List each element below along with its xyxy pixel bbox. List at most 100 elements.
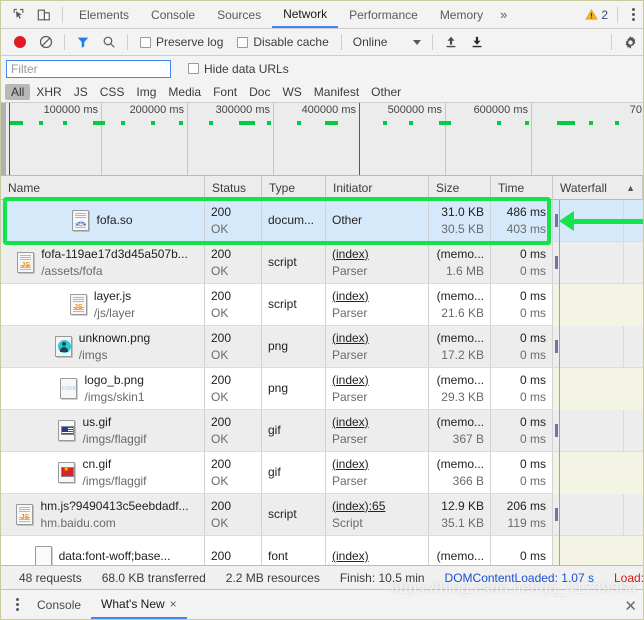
cell-initiator-primary[interactable]: (index) [332, 372, 422, 389]
column-header-label: Initiator [333, 180, 373, 195]
cell-initiator-primary[interactable]: (index) [332, 246, 422, 263]
resource-filter-img[interactable]: Img [130, 84, 162, 100]
cell-name[interactable]: <> fofa.so [1, 200, 205, 241]
resource-filter-xhr[interactable]: XHR [30, 84, 67, 100]
cell-waterfall [553, 452, 643, 493]
blank-file-icon [34, 546, 52, 567]
cell-type: script [262, 494, 326, 535]
tab-elements[interactable]: Elements [68, 1, 140, 28]
cell-status-secondary: OK [211, 347, 229, 362]
cell-initiator-secondary: Parser [332, 389, 368, 404]
tab-memory[interactable]: Memory [429, 1, 494, 28]
table-row[interactable]: us.gif/imgs/flaggif 200 OK gif (index) Parser… [1, 410, 643, 452]
request-filename: data:font-woff;base... [58, 549, 171, 563]
overview-tick-label: 70 [629, 104, 642, 116]
warning-count: 2 [601, 7, 608, 22]
cell-type: docum... [262, 200, 326, 241]
column-header-size[interactable]: Size [429, 175, 491, 200]
column-header-time[interactable]: Time [491, 175, 553, 200]
column-header-status[interactable]: Status [205, 175, 262, 200]
resource-filter-js[interactable]: JS [68, 84, 94, 100]
tab-sources[interactable]: Sources [206, 1, 272, 28]
cell-type-primary: gif [268, 423, 281, 437]
import-har-button[interactable] [438, 30, 464, 54]
settings-button[interactable] [617, 30, 643, 54]
column-header-type[interactable]: Type [262, 175, 326, 200]
hide-data-urls-checkbox[interactable]: Hide data URLs [171, 62, 296, 76]
resource-filter-font[interactable]: Font [207, 84, 243, 100]
request-filename: us.gif [82, 414, 112, 429]
more-tabs-icon[interactable]: » [494, 7, 513, 22]
network-overview[interactable]: 100000 ms 200000 ms 300000 ms 400000 ms 5000… [1, 103, 643, 176]
js-file-icon: JS [16, 504, 34, 525]
cell-name[interactable]: us.gif/imgs/flaggif [1, 410, 205, 451]
cell-size-primary: (memo... [436, 456, 484, 471]
resource-filter-manifest[interactable]: Manifest [308, 84, 365, 100]
resource-filter-media[interactable]: Media [162, 84, 207, 100]
drawer-menu-icon[interactable] [7, 598, 27, 611]
request-filename: hm.js?9490413c5eebdadf... [40, 498, 189, 513]
warning-indicator[interactable]: 2 [585, 8, 612, 22]
cell-initiator-primary[interactable]: (index) [332, 330, 422, 347]
cell-name[interactable]: JS fofa-119ae17d3d45a507b... /assets/fofa [1, 242, 205, 283]
cell-initiator-primary[interactable]: (index) [332, 414, 422, 431]
cell-name[interactable]: JS layer.js/js/layer [1, 284, 205, 325]
column-header-waterfall[interactable]: Waterfall ▲ [553, 175, 643, 200]
resource-filter-doc[interactable]: Doc [243, 84, 276, 100]
tab-network[interactable]: Network [272, 1, 339, 28]
cell-name[interactable]: unknown.png/imgs [1, 326, 205, 367]
drawer-tab-whats-new[interactable]: What's New × [91, 590, 187, 619]
table-row[interactable]: JS fofa-119ae17d3d45a507b... /assets/fofa 2… [1, 242, 643, 284]
filter-button[interactable] [70, 30, 96, 54]
close-icon[interactable]: × [170, 597, 177, 611]
waterfall-bar [555, 340, 558, 353]
throttling-select[interactable]: Online [347, 35, 428, 49]
column-header-name[interactable]: Name [1, 175, 205, 200]
table-row[interactable]: JS layer.js/js/layer 200 OK script (index)Par… [1, 284, 643, 326]
cell-initiator-primary[interactable]: (index):65 [332, 498, 422, 515]
resource-filter-ws[interactable]: WS [276, 84, 307, 100]
clear-icon [39, 35, 53, 49]
tab-console[interactable]: Console [140, 1, 206, 28]
column-header-initiator[interactable]: Initiator [326, 175, 429, 200]
cell-initiator-primary[interactable]: (index) [332, 456, 422, 473]
tab-performance[interactable]: Performance [338, 1, 429, 28]
cell-initiator-secondary: Parser [332, 347, 368, 362]
drawer-close-icon[interactable]: ✕ [624, 597, 637, 615]
cell-initiator-primary[interactable]: (index) [332, 288, 422, 305]
network-filter-row: Filter Hide data URLs [1, 56, 643, 81]
record-button[interactable] [7, 30, 33, 54]
column-header-label: Waterfall [560, 180, 607, 195]
disable-cache-checkbox[interactable]: Disable cache [230, 35, 335, 49]
overview-request-bar [39, 121, 43, 125]
preserve-log-checkbox[interactable]: Preserve log [133, 35, 230, 49]
cell-name[interactable]: FOFA logo_b.png/imgs/skin1 [1, 368, 205, 409]
drawer-tab-console[interactable]: Console [27, 590, 91, 619]
inspect-element-icon[interactable] [5, 3, 31, 27]
cell-name[interactable]: JS hm.js?9490413c5eebdadf... hm.baidu.com [1, 494, 205, 535]
overview-request-bar [383, 121, 387, 125]
cell-status: 200 OK [205, 494, 262, 535]
cell-size: (memo... 367 B [429, 410, 491, 451]
device-toolbar-icon[interactable] [31, 3, 57, 27]
table-row[interactable]: <> fofa.so 200 OK docum... Other 31.0 KB 30.5 K… [1, 200, 643, 242]
filter-input[interactable]: Filter [6, 59, 171, 78]
cell-time-primary: 0 ms [519, 246, 546, 261]
main-menu-icon[interactable] [623, 8, 643, 21]
table-row[interactable]: JS hm.js?9490413c5eebdadf... hm.baidu.com 2… [1, 494, 643, 536]
resource-filter-all[interactable]: All [5, 83, 31, 100]
cell-initiator-primary[interactable]: (index) [332, 548, 422, 565]
clear-button[interactable] [33, 30, 59, 54]
cell-time: 0 ms 0 ms [491, 452, 553, 493]
cell-name[interactable]: cn.gif/imgs/flaggif [1, 452, 205, 493]
resource-filter-other[interactable]: Other [365, 84, 407, 100]
resource-filter-css[interactable]: CSS [94, 84, 131, 100]
table-row[interactable]: cn.gif/imgs/flaggif 200 OK gif (index)Parser… [1, 452, 643, 494]
table-row[interactable]: FOFA logo_b.png/imgs/skin1 200 OK png (index)… [1, 368, 643, 410]
export-har-button[interactable] [464, 30, 490, 54]
cell-status: 200 OK [205, 410, 262, 451]
cell-size-secondary: 30.5 KB [441, 221, 484, 236]
nettool-divider-1 [64, 34, 65, 50]
search-button[interactable] [96, 30, 122, 54]
table-row[interactable]: unknown.png/imgs 200 OK png (index) Parser (me… [1, 326, 643, 368]
